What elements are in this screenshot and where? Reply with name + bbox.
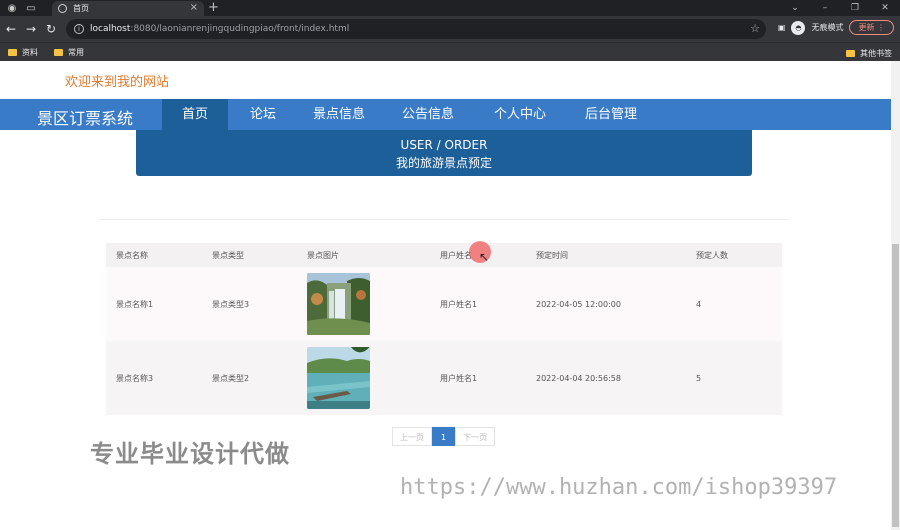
folder-icon [8,48,17,56]
bookmark-label: 资料 [22,47,38,57]
bookmarks-bar: 资料 常用 其他书签 [0,42,900,61]
cell-booking-time: 2022-04-05 12:00:00 [536,299,621,309]
header-scenic-name: 景点名称 [116,250,148,260]
header-booking-count: 预定人数 [696,250,728,260]
nav-admin[interactable]: 后台管理 [578,99,644,130]
prev-page-button[interactable]: 上一页 [392,427,432,446]
banner-subtitle: 我的旅游景点预定 [395,156,492,170]
address-bar[interactable]: i localhost:8080/laonianrenjingqudingpia… [66,19,766,39]
chrome-menu-icon[interactable]: ◉ [5,1,19,15]
header-booking-time: 预定时间 [536,250,568,260]
back-icon[interactable]: ← [2,22,20,36]
toolbar-right: ▣ ◓ 无痕模式 更新 ⋮ [778,20,894,35]
cell-booking-count: 4 [696,299,702,309]
close-icon[interactable]: × [190,2,198,13]
browser-toolbar: ← → ↻ i localhost:8080/laonianrenjingqud… [0,16,900,42]
window-tab-icon[interactable]: ▭ [24,1,38,15]
cell-scenic-type: 景点类型3 [212,299,250,309]
next-page-button[interactable]: 下一页 [455,427,496,446]
main-navbar: 景区订票系统 首页 论坛 景点信息 公告信息 个人中心 后台管理 [0,99,891,130]
profile-label[interactable]: 无痕模式 [811,22,843,33]
close-window-icon[interactable]: ✕ [870,3,900,13]
chevron-down-icon[interactable]: ⌄ [780,3,810,13]
cell-user-name: 用户姓名1 [440,299,478,309]
nav-scenic-info[interactable]: 景点信息 [306,99,372,130]
other-bookmarks-label: 其他书签 [860,49,892,58]
browser-tab[interactable]: 首页 × [52,1,204,16]
url-path: :8080/laonianrenjingqudingpiao/front/ind… [130,24,350,34]
watermark-text: 专业毕业设计代做 [90,440,290,468]
watermark-url: https://www.huzhan.com/ishop39397 [400,475,838,500]
reload-icon[interactable]: ↻ [42,22,60,36]
update-label: 更新 [858,23,875,32]
tab-title: 首页 [73,4,89,13]
page-content: 欢迎来到我的网站 景区订票系统 首页 论坛 景点信息 公告信息 个人中心 后台管… [0,61,891,530]
nav-forum[interactable]: 论坛 [238,99,288,130]
page-scrollbar[interactable] [891,61,900,530]
url-host: localhost [90,24,131,34]
waterfall-photo[interactable] [307,273,370,335]
pagination: 上一页 1 下一页 [392,427,496,446]
restore-icon[interactable]: ❐ [840,3,870,13]
divider [100,219,790,220]
bookmark-folder[interactable]: 资料 [8,47,38,58]
bookmark-folder[interactable]: 常用 [54,47,84,58]
window-controls: ⌄ – ❐ ✕ [780,0,900,16]
folder-icon [846,50,855,57]
booking-table: 景点名称 景点类型 景点图片 用户姓名 预定时间 预定人数 景点名称1 景点类型… [106,243,782,415]
nav-user-center[interactable]: 个人中心 [487,99,553,130]
waterfall-image [307,273,370,335]
minimize-icon[interactable]: – [810,3,840,13]
table-row[interactable]: 景点名称3 景点类型2 用户姓名1 2022-04-04 20:56:58 5 [106,341,782,415]
cell-scenic-name: 景点名称3 [116,373,154,383]
cell-booking-time: 2022-04-04 20:56:58 [536,373,621,383]
scrollbar-thumb[interactable] [892,244,899,527]
banner-title: USER / ORDER [400,138,488,152]
info-icon[interactable]: i [74,24,84,34]
browser-tab-strip: ◉ ▭ 首页 × + ⌄ – ❐ ✕ [0,0,900,16]
bookmark-star-icon[interactable]: ☆ [750,22,760,35]
header-user-name: 用户姓名 [440,250,472,260]
welcome-text: 欢迎来到我的网站 [65,75,170,90]
update-button[interactable]: 更新 ⋮ [849,20,894,35]
cell-scenic-type: 景点类型2 [212,373,250,383]
section-banner: USER / ORDER 我的旅游景点预定 [136,130,752,176]
plus-icon[interactable]: + [208,0,219,16]
globe-icon [58,4,67,13]
cell-booking-count: 5 [696,373,702,383]
incognito-icon[interactable]: ◓ [791,20,806,35]
mouse-cursor-icon: ↖ [479,250,490,264]
lake-pier-photo[interactable] [307,347,370,409]
table-header: 景点名称 景点类型 景点图片 用户姓名 预定时间 预定人数 [106,243,782,267]
table-row[interactable]: 景点名称1 景点类型3 用户姓名1 2022-04-05 12:00:00 4 [106,267,782,341]
site-brand[interactable]: 景区订票系统 [37,105,133,129]
nav-home[interactable]: 首页 [162,99,228,130]
header-scenic-type: 景点类型 [212,250,244,260]
other-bookmarks[interactable]: 其他书签 [846,48,892,59]
current-page-button[interactable]: 1 [432,427,456,446]
folder-icon [54,48,63,56]
cell-scenic-name: 景点名称1 [116,299,154,309]
nav-announcements[interactable]: 公告信息 [395,99,461,130]
forward-icon[interactable]: → [22,22,40,36]
bookmark-label: 常用 [68,47,84,57]
lake-image [307,347,370,409]
cell-user-name: 用户姓名1 [440,373,478,383]
sidepanel-icon[interactable]: ▣ [778,23,786,32]
header-scenic-image: 景点图片 [307,250,339,260]
